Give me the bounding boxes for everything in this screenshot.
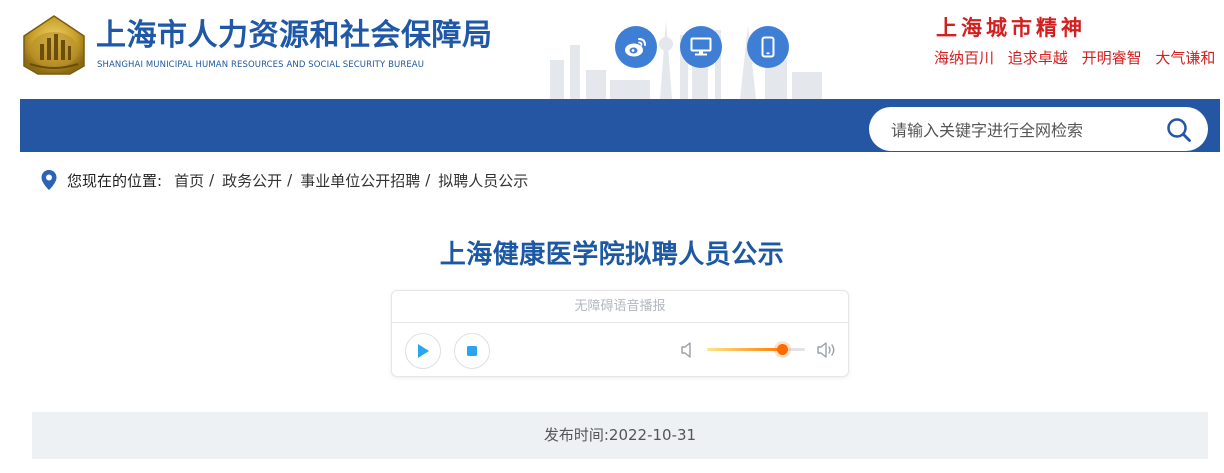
play-button[interactable]	[405, 333, 441, 369]
site-header: 上海市人力资源和社会保障局 SHANGHAI MUNICIPAL HUMAN R…	[0, 0, 1224, 99]
volume-slider[interactable]	[707, 344, 805, 355]
slogan-item: 大气谦和	[1155, 49, 1216, 67]
page: 上海市人力资源和社会保障局 SHANGHAI MUNICIPAL HUMAN R…	[0, 0, 1224, 473]
breadcrumb-separator: /	[425, 171, 431, 189]
stop-icon	[467, 346, 477, 356]
location-pin-icon	[41, 170, 57, 190]
desktop-icon	[690, 37, 712, 56]
slogan-item: 海纳百川	[934, 49, 995, 67]
breadcrumb: 您现在的位置: 首页 / 政务公开 / 事业单位公开招聘 / 拟聘人员公示	[40, 168, 528, 192]
volume-down-icon[interactable]	[680, 341, 696, 359]
play-icon	[418, 344, 429, 358]
breadcrumb-label: 您现在的位置:	[67, 171, 163, 190]
breadcrumb-separator: /	[287, 171, 293, 189]
slogan-item: 追求卓越	[1007, 49, 1068, 67]
org-name-en[interactable]: SHANGHAI MUNICIPAL HUMAN RESOURCES AND S…	[97, 60, 424, 70]
volume-slider-handle[interactable]	[777, 344, 789, 355]
breadcrumb-link-gov-affairs[interactable]: 政务公开	[222, 170, 282, 191]
city-spirit-title: 上海城市精神	[936, 15, 1086, 40]
audio-player: 无障碍语音播报	[391, 290, 849, 377]
breadcrumb-link-current[interactable]: 拟聘人员公示	[438, 170, 528, 191]
slogan-item: 开明睿智	[1081, 49, 1142, 67]
player-title: 无障碍语音播报	[392, 291, 848, 323]
mobile-button[interactable]	[747, 26, 789, 68]
publish-time: 发布时间:2022-10-31	[543, 426, 697, 444]
main-nav-bar	[20, 99, 1220, 152]
city-spirit-slogans: 海纳百川 追求卓越 开明睿智 大气谦和	[934, 47, 1224, 68]
publish-info-bar: 发布时间:2022-10-31	[32, 412, 1208, 459]
search-icon[interactable]	[1166, 117, 1192, 143]
article-title: 上海健康医学院拟聘人员公示	[439, 240, 785, 270]
volume-slider-fill	[707, 348, 783, 351]
search-input[interactable]	[891, 119, 1161, 141]
org-name-cn[interactable]: 上海市人力资源和社会保障局	[96, 18, 493, 54]
weibo-button[interactable]	[615, 26, 657, 68]
breadcrumb-link-recruitment[interactable]: 事业单位公开招聘	[300, 170, 420, 191]
desktop-button[interactable]	[680, 26, 722, 68]
weibo-icon	[625, 38, 646, 57]
volume-up-icon[interactable]	[816, 340, 838, 360]
breadcrumb-link-home[interactable]: 首页	[174, 170, 204, 191]
stop-button[interactable]	[454, 333, 490, 369]
breadcrumb-separator: /	[209, 171, 215, 189]
bureau-logo[interactable]	[20, 14, 88, 76]
search-box	[869, 107, 1208, 151]
mobile-icon	[761, 36, 775, 58]
